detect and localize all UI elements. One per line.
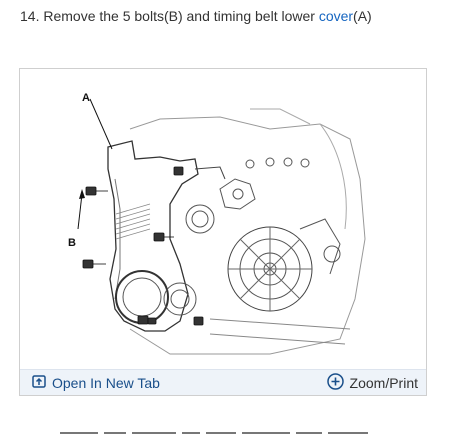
figure-label-a: A [82,92,90,104]
open-in-new-tab-label: Open In New Tab [52,374,160,391]
zoom-plus-circle-icon [326,372,344,393]
engine-diagram: A B [20,69,426,369]
figure-label-b: B [68,237,76,249]
zoom-print-label: Zoom/Print [349,374,418,391]
open-in-new-tab-button[interactable]: Open In New Tab [32,375,160,391]
step-text-prefix: 14. Remove the 5 bolts(B) and timing bel… [20,8,319,24]
step-instruction: 14. Remove the 5 bolts(B) and timing bel… [20,6,460,26]
figure-toolbar: Open In New Tab Zoom/Print [20,369,426,395]
figure-card: A B Open In New Tab Zoom/Print [19,68,427,396]
cover-link[interactable]: cover [319,8,353,24]
step-text-suffix: (A) [353,8,372,24]
zoom-print-button[interactable]: Zoom/Print [326,372,418,393]
open-in-new-tab-icon [32,374,46,391]
next-step-text-cutoff [60,425,400,434]
